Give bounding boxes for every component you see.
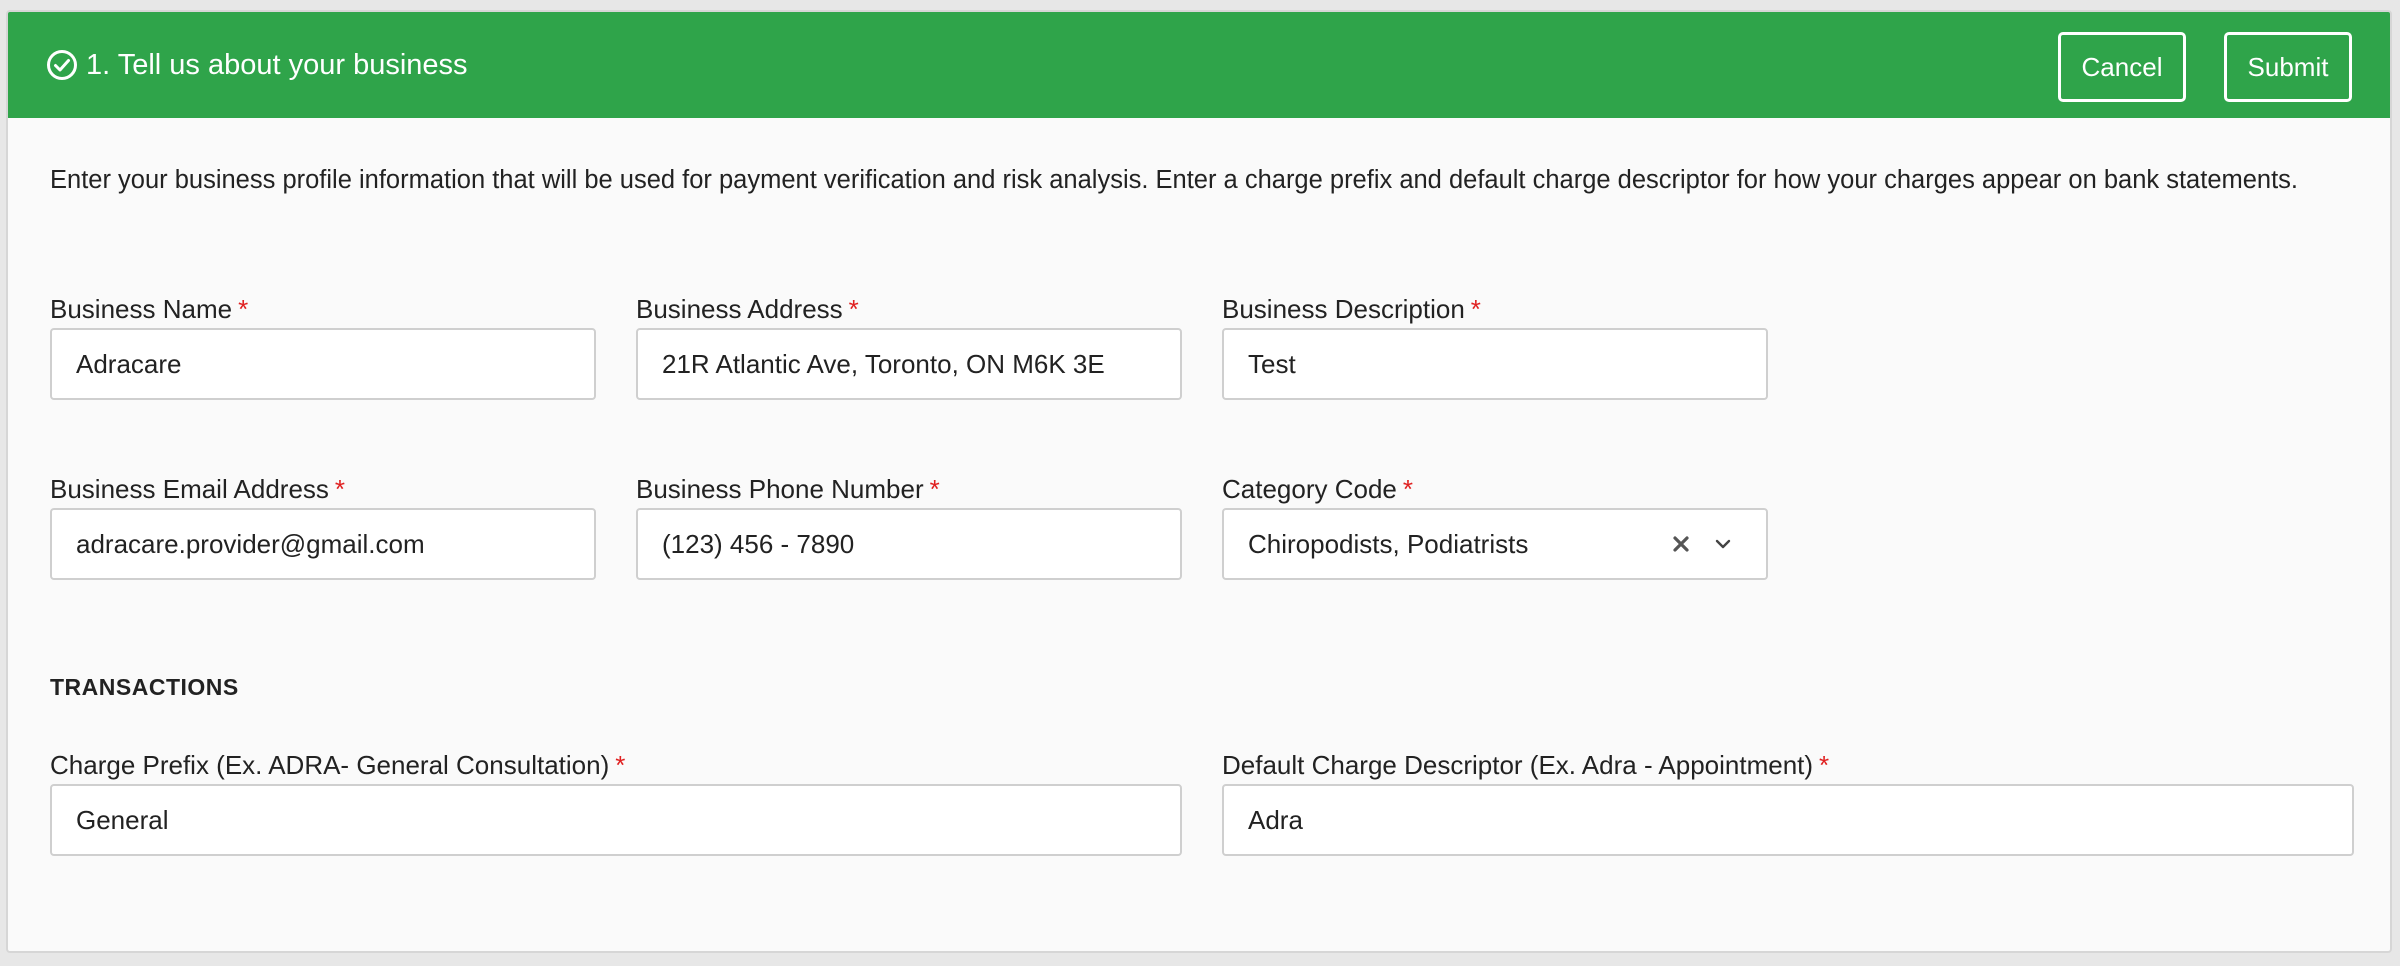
charge-prefix-field: Charge Prefix (Ex. ADRA- General Consult…	[50, 748, 1182, 856]
business-name-input[interactable]	[50, 328, 596, 400]
submit-button[interactable]: Submit	[2224, 32, 2352, 102]
required-marker: *	[929, 474, 940, 504]
transactions-heading: TRANSACTIONS	[50, 674, 239, 700]
business-phone-label: Business Phone Number *	[636, 474, 940, 504]
business-phone-field: Business Phone Number *	[636, 472, 1182, 580]
required-marker: *	[334, 474, 346, 504]
intro-text: Enter your business profile information …	[50, 166, 2299, 194]
header-actions: Cancel Submit	[2058, 32, 2352, 102]
cancel-button[interactable]: Cancel	[2058, 32, 2186, 102]
card-header: 1. Tell us about your business Cancel Su…	[8, 12, 2390, 118]
category-code-select[interactable]: Chiropodists, Podiatrists	[1222, 508, 1768, 580]
required-marker: *	[615, 750, 626, 780]
clear-icon[interactable]	[1670, 533, 1692, 555]
category-code-field: Category Code * Chiropodists, Podiatrists	[1222, 472, 1768, 580]
required-marker: *	[1402, 474, 1414, 504]
business-name-field: Business Name *	[50, 292, 596, 400]
business-email-input[interactable]	[50, 508, 596, 580]
charge-descriptor-label: Default Charge Descriptor (Ex. Adra - Ap…	[1222, 750, 1830, 780]
business-name-label: Business Name *	[50, 294, 249, 324]
business-address-label: Business Address *	[636, 294, 859, 324]
check-circle-icon	[46, 49, 78, 81]
category-code-label: Category Code *	[1222, 474, 1414, 504]
required-marker: *	[1470, 294, 1481, 324]
required-marker: *	[848, 294, 859, 324]
business-description-input[interactable]	[1222, 328, 1768, 400]
business-description-label: Business Description *	[1222, 294, 1481, 324]
charge-prefix-label: Charge Prefix (Ex. ADRA- General Consult…	[50, 750, 626, 780]
page-title: 1. Tell us about your business	[86, 48, 468, 81]
required-marker: *	[238, 294, 249, 324]
charge-descriptor-field: Default Charge Descriptor (Ex. Adra - Ap…	[1222, 748, 2354, 856]
business-phone-input[interactable]	[636, 508, 1182, 580]
business-description-field: Business Description *	[1222, 292, 1768, 400]
business-email-field: Business Email Address *	[50, 472, 596, 580]
charge-prefix-input[interactable]	[50, 784, 1182, 856]
chevron-down-icon[interactable]	[1714, 535, 1732, 553]
business-address-input[interactable]	[636, 328, 1182, 400]
business-profile-card: 1. Tell us about your business Cancel Su…	[6, 10, 2392, 953]
business-email-label: Business Email Address *	[50, 474, 346, 504]
category-code-value: Chiropodists, Podiatrists	[1248, 528, 1529, 559]
required-marker: *	[1819, 750, 1830, 780]
business-address-field: Business Address *	[636, 292, 1182, 400]
charge-descriptor-input[interactable]	[1222, 784, 2354, 856]
